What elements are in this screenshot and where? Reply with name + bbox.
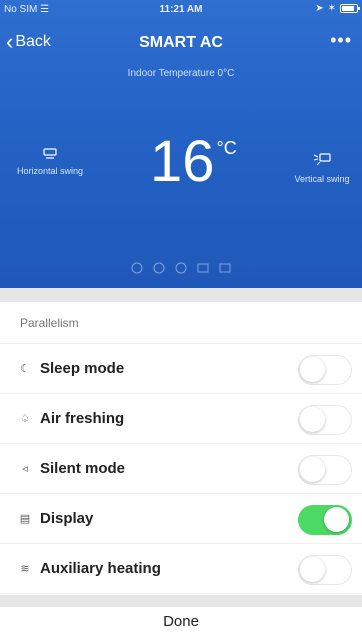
location-icon: ➤ xyxy=(315,3,324,14)
toggle-knob xyxy=(300,357,325,382)
silent-mode-toggle[interactable] xyxy=(298,455,352,485)
mode-indicator-row xyxy=(0,262,362,274)
vertical-swing-label: Vertical swing xyxy=(294,174,350,184)
more-options-button[interactable]: ••• xyxy=(330,30,352,51)
ac-control-panel: No SIM ☰ 11:21 AM ➤ ✶ ‹ Back SMART AC ••… xyxy=(0,0,362,288)
moon-icon xyxy=(131,262,143,274)
list-item-silent-mode: ◃ Silent mode xyxy=(0,444,362,494)
list-item-air-freshing: ♤ Air freshing xyxy=(0,394,362,444)
horizontal-swing-label: Horizontal swing xyxy=(16,166,84,176)
set-temperature: 16 xyxy=(150,129,215,194)
list-item-auxiliary-heating: ≋ Auxiliary heating xyxy=(0,544,362,594)
speaker-icon: ◃ xyxy=(22,463,28,475)
section-divider xyxy=(0,288,362,302)
mode-settings-list: Parallelism ☾ Sleep mode ♤ Air freshing … xyxy=(0,302,362,594)
status-time: 11:21 AM xyxy=(159,4,203,15)
leaf-icon xyxy=(153,262,165,274)
section-divider xyxy=(0,595,362,607)
horizontal-swing-button[interactable]: Horizontal swing xyxy=(10,148,90,176)
toggle-knob xyxy=(324,507,349,532)
moon-icon: ☾ xyxy=(20,363,30,375)
bluetooth-icon: ✶ xyxy=(327,3,336,14)
temperature-unit: °C xyxy=(216,138,237,158)
toggle-knob xyxy=(300,457,325,482)
display-icon: ▤ xyxy=(19,513,31,525)
battery-icon xyxy=(340,4,360,13)
air-freshing-toggle[interactable] xyxy=(298,405,352,435)
display-icon xyxy=(197,263,209,273)
heat-icon xyxy=(219,263,231,273)
sleep-mode-toggle[interactable] xyxy=(298,355,352,385)
display-toggle[interactable] xyxy=(298,505,352,535)
horizontal-swing-icon xyxy=(43,148,57,159)
list-item-label: Auxiliary heating xyxy=(40,560,161,577)
status-bar: No SIM ☰ 11:21 AM ➤ ✶ xyxy=(0,0,362,20)
list-item-display: ▤ Display xyxy=(0,494,362,544)
heat-icon: ≋ xyxy=(20,563,30,575)
list-item-sleep-mode: ☾ Sleep mode xyxy=(0,344,362,394)
vertical-swing-icon xyxy=(313,153,331,166)
list-item-label: Silent mode xyxy=(40,460,126,477)
list-item-label: Display xyxy=(40,510,94,527)
temperature-readout: 16 °C xyxy=(150,132,237,202)
navigation-bar: ‹ Back SMART AC ••• xyxy=(0,28,362,58)
section-header: Parallelism xyxy=(0,302,362,344)
done-button[interactable]: Done xyxy=(0,607,362,635)
auxiliary-heating-toggle[interactable] xyxy=(298,555,352,585)
status-indicators: ➤ ✶ xyxy=(315,3,360,14)
indoor-temperature: Indoor Temperature 0°C xyxy=(127,68,235,79)
toggle-knob xyxy=(300,407,325,432)
vertical-swing-button[interactable]: Vertical swing xyxy=(282,152,362,184)
list-item-label: Sleep mode xyxy=(40,360,125,377)
leaf-icon: ♤ xyxy=(20,413,30,425)
page-title: SMART AC xyxy=(139,34,223,51)
speaker-icon xyxy=(175,262,187,274)
toggle-knob xyxy=(300,557,325,582)
list-item-label: Air freshing xyxy=(40,410,125,427)
